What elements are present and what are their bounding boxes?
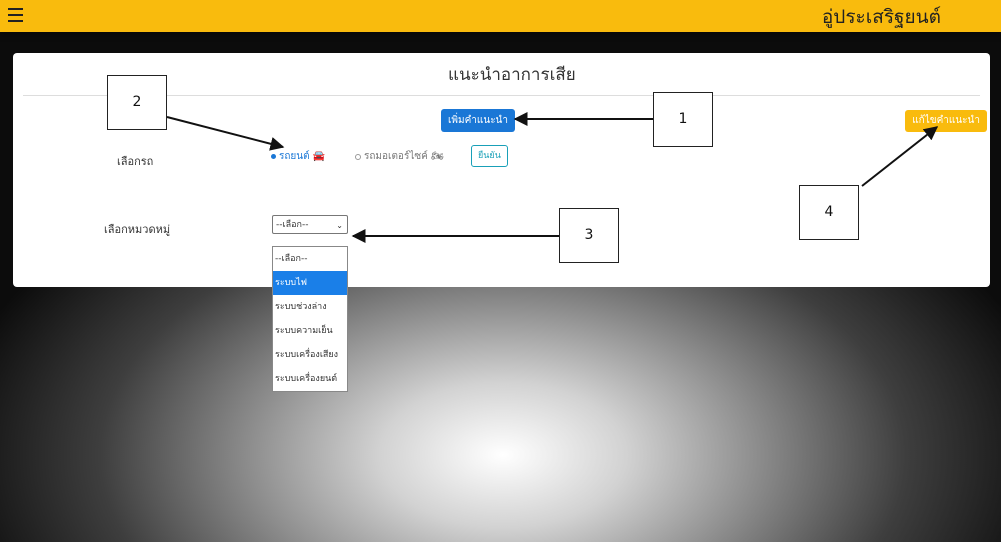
callout-1: 1 xyxy=(653,92,713,147)
arrow-2 xyxy=(166,116,285,151)
arrow-4 xyxy=(861,126,939,187)
callout-2: 2 xyxy=(107,75,167,130)
callout-4: 4 xyxy=(799,185,859,240)
callout-3: 3 xyxy=(559,208,619,263)
